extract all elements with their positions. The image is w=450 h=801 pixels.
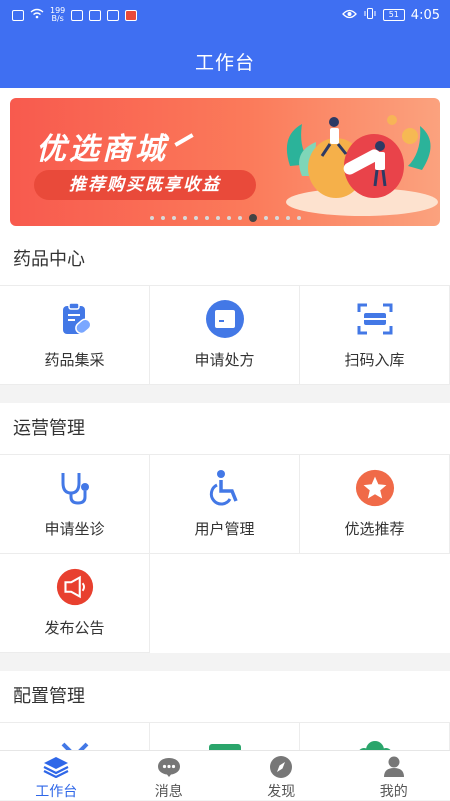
- medicine-purchase-button[interactable]: 药品集采: [0, 286, 150, 385]
- carousel-dot[interactable]: [183, 216, 187, 220]
- vibrate-icon: [363, 8, 377, 22]
- layers-icon: [43, 756, 69, 778]
- banner-carousel[interactable]: 优选商城 推荐购买既享收益: [0, 88, 450, 234]
- grid-item-label: 申请坐诊: [44, 518, 104, 539]
- section-divider: [0, 655, 450, 671]
- battery-icon: 51: [383, 9, 405, 21]
- carousel-dot[interactable]: [161, 216, 165, 220]
- tab-messages[interactable]: 消息: [113, 751, 226, 800]
- medicine-clipboard-icon: [55, 299, 95, 339]
- tab-profile[interactable]: 我的: [338, 751, 450, 800]
- wifi-icon: [30, 8, 44, 22]
- tools-icon: [55, 736, 95, 750]
- clock: 4:05: [411, 8, 440, 23]
- star-badge-icon: [355, 468, 395, 508]
- carousel-dot[interactable]: [264, 216, 268, 220]
- grid-item-label: 申请处方: [194, 349, 254, 370]
- config-item-1[interactable]: [0, 723, 150, 750]
- network-speed: 199B/s: [50, 7, 65, 23]
- wheelchair-icon: [205, 468, 245, 508]
- scan-stock-in-button[interactable]: 扫码入库: [300, 286, 450, 385]
- tab-label: 工作台: [35, 781, 77, 801]
- grid-item-label: 优选推荐: [344, 518, 404, 539]
- bottom-tab-bar: 工作台 消息 发现 我的: [0, 750, 450, 800]
- section-title: 配置管理: [0, 671, 450, 723]
- notification-icon: [12, 10, 24, 21]
- publish-announcement-button[interactable]: 发布公告: [0, 554, 150, 653]
- app-notification-icon: [71, 10, 83, 21]
- grid-item-label: 用户管理: [194, 518, 254, 539]
- carousel-dot[interactable]: [216, 216, 220, 220]
- app-notification-icon: [89, 10, 101, 21]
- apply-consultation-button[interactable]: 申请坐诊: [0, 455, 150, 554]
- carousel-dot[interactable]: [238, 216, 242, 220]
- tab-label: 我的: [380, 781, 408, 801]
- eye-icon: [342, 9, 357, 22]
- grid-item-label: 药品集采: [44, 349, 104, 370]
- carousel-dot[interactable]: [150, 216, 154, 220]
- tab-workbench[interactable]: 工作台: [0, 751, 113, 800]
- section-operation-management: 运营管理 申请坐诊 用户管理 优选推荐 发布公告: [0, 403, 450, 653]
- carousel-dot[interactable]: [297, 216, 301, 220]
- app-notification-icon: [107, 10, 119, 21]
- message-icon: [156, 756, 182, 778]
- tab-label: 发现: [267, 781, 295, 801]
- announcement-icon: [55, 567, 95, 607]
- grid-item-label: 发布公告: [44, 617, 104, 638]
- section-medicine-center: 药品中心 药品集采 申请处方 扫码入库: [0, 234, 450, 385]
- medical-box-icon: [205, 736, 245, 750]
- carousel-dot[interactable]: [227, 216, 231, 220]
- compass-icon: [268, 756, 294, 778]
- section-title: 运营管理: [0, 403, 450, 455]
- carousel-dot[interactable]: [172, 216, 176, 220]
- apply-prescription-button[interactable]: 申请处方: [150, 286, 300, 385]
- video-notification-icon: [125, 10, 137, 21]
- carousel-dot[interactable]: [194, 216, 198, 220]
- section-title: 药品中心: [0, 234, 450, 286]
- page-title: 工作台: [0, 48, 450, 75]
- group-icon: [355, 736, 395, 750]
- carousel-dot[interactable]: [286, 216, 290, 220]
- featured-recommend-button[interactable]: 优选推荐: [300, 455, 450, 554]
- banner-title: 优选商城: [36, 124, 168, 168]
- user-management-button[interactable]: 用户管理: [150, 455, 300, 554]
- config-item-3[interactable]: [300, 723, 450, 750]
- banner-subtitle: 推荐购买既享收益: [34, 170, 256, 200]
- carousel-dot[interactable]: [249, 214, 257, 222]
- app-header: 199B/s 51 4:05 工作台: [0, 0, 450, 88]
- profile-icon: [381, 756, 407, 778]
- status-bar: 199B/s 51 4:05: [0, 0, 450, 30]
- tab-label: 消息: [155, 781, 183, 801]
- prescription-icon: [205, 299, 245, 339]
- stethoscope-icon: [55, 468, 95, 508]
- section-divider: [0, 387, 450, 403]
- carousel-dot[interactable]: [205, 216, 209, 220]
- banner-slide[interactable]: 优选商城 推荐购买既享收益: [10, 98, 440, 226]
- tab-discover[interactable]: 发现: [225, 751, 338, 800]
- carousel-indicator[interactable]: [0, 216, 450, 222]
- scan-icon: [355, 299, 395, 339]
- config-item-2[interactable]: [150, 723, 300, 750]
- carousel-dot[interactable]: [275, 216, 279, 220]
- section-config-management: 配置管理: [0, 671, 450, 750]
- banner-illustration: [272, 106, 440, 222]
- grid-item-label: 扫码入库: [344, 349, 404, 370]
